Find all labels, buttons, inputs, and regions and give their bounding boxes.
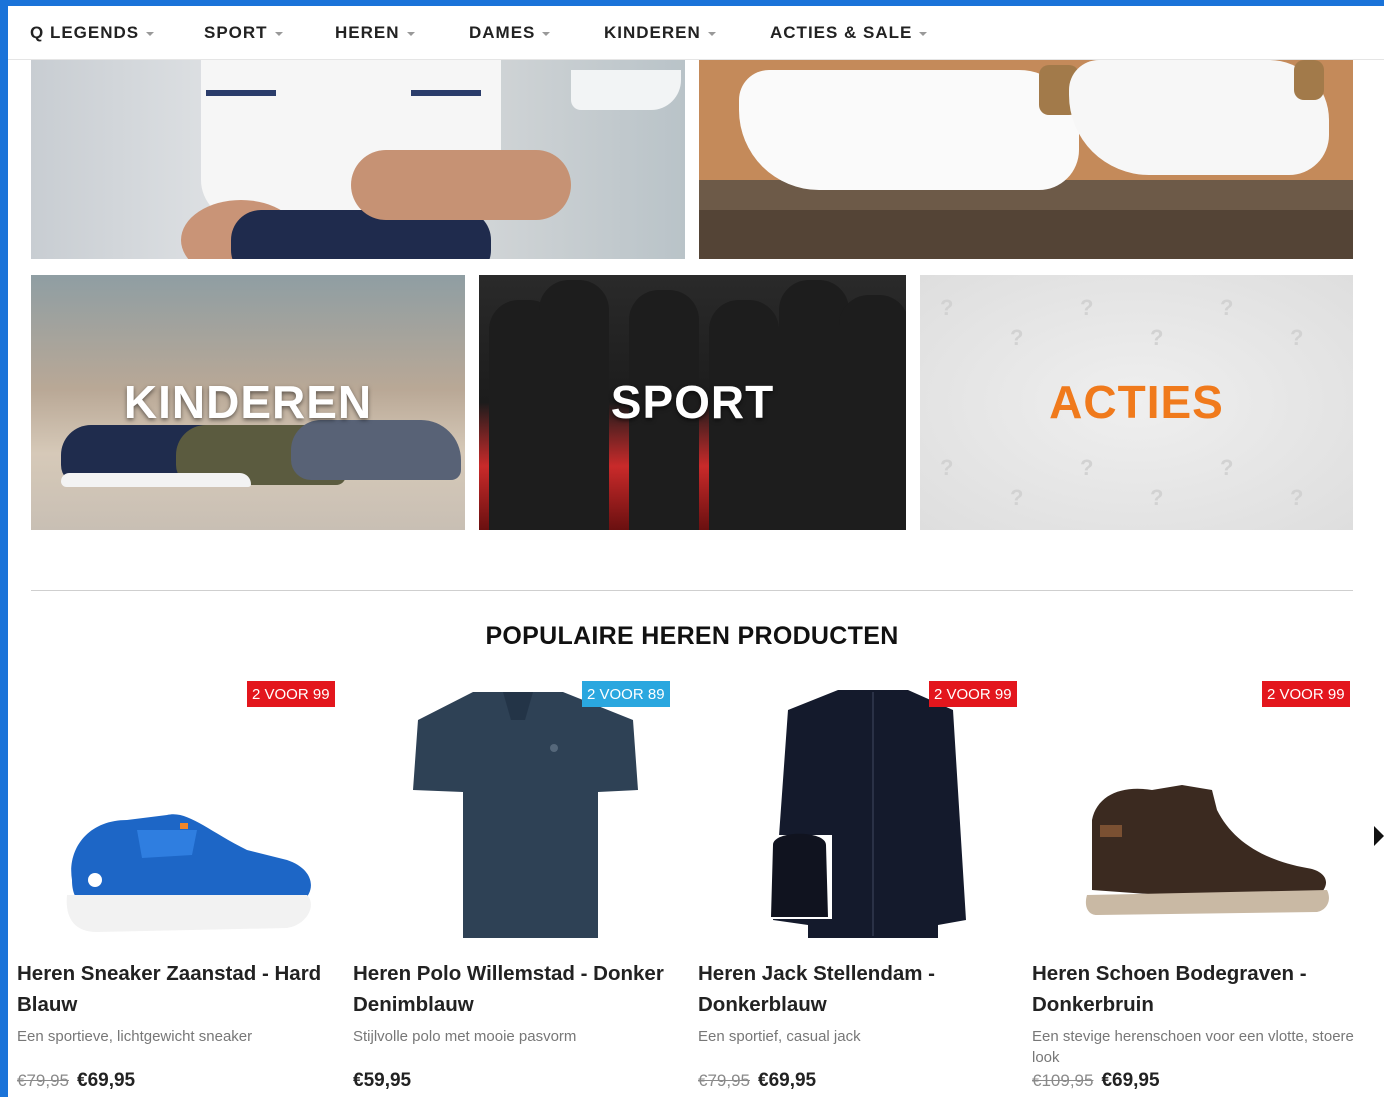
nav-item-sport[interactable]: SPORT	[204, 6, 283, 60]
banner-kinderen[interactable]: KINDEREN	[31, 275, 465, 530]
product-image[interactable]	[698, 680, 1028, 945]
current-price: €69,95	[77, 1070, 136, 1091]
chevron-down-icon	[406, 32, 415, 36]
polo-trim	[206, 90, 276, 96]
nav-item-q-legends[interactable]: Q LEGENDS	[30, 6, 155, 60]
sneaker-shape	[1069, 60, 1329, 175]
product-name[interactable]: Heren Polo Willemstad - Donker Denimblau…	[353, 958, 693, 1020]
product-price: €109,95 €69,95	[1032, 1070, 1160, 1092]
nav-item-heren[interactable]: HEREN	[335, 6, 415, 60]
q-logo-icon: ?	[1150, 485, 1164, 510]
promo-badge: 2 VOOR 99	[929, 681, 1017, 707]
leopard-heel-shape	[1294, 60, 1324, 100]
banner-label-acties: ACTIES	[1049, 376, 1224, 428]
nav-item-acties-sale[interactable]: ACTIES & SALE	[770, 6, 928, 60]
main-navigation: Q LEGENDS SPORT HEREN DAMES KINDEREN ACT…	[8, 6, 1384, 60]
chevron-down-icon	[542, 32, 551, 36]
q-logo-icon: ?	[1290, 485, 1304, 510]
q-logo-icon: ?	[1010, 325, 1024, 350]
old-price: €79,95	[698, 1071, 750, 1090]
product-description: Een sportieve, lichtgewicht sneaker	[17, 1028, 253, 1045]
chevron-down-icon	[707, 32, 716, 36]
promo-badge: 2 VOOR 99	[247, 681, 335, 707]
q-logo-icon: ?	[940, 295, 954, 320]
product-card[interactable]: 2 VOOR 99 Heren Sneaker Zaanstad - Hard …	[17, 680, 347, 1097]
product-price: €59,95	[353, 1070, 411, 1092]
product-description: Stijlvolle polo met mooie pasvorm	[353, 1028, 577, 1045]
current-price: €59,95	[353, 1070, 412, 1091]
q-logo-icon: ?	[1290, 325, 1304, 350]
bench-shape	[699, 210, 1353, 259]
old-price: €109,95	[1032, 1071, 1094, 1090]
nav-item-label: Q LEGENDS	[30, 23, 140, 42]
q-logo-icon: ?	[940, 455, 954, 480]
promo-badge: 2 VOOR 89	[582, 681, 670, 707]
product-card[interactable]: 2 VOOR 99 Heren Jack Stellendam - Donker…	[698, 680, 1028, 1097]
section-divider	[31, 590, 1353, 591]
current-price: €69,95	[1101, 1070, 1160, 1091]
product-image[interactable]	[17, 680, 347, 945]
chevron-down-icon	[919, 32, 928, 36]
window-frame-left	[0, 0, 8, 1097]
q-logo-icon: ?	[1220, 295, 1234, 320]
q-logo-icon: ?	[1010, 485, 1024, 510]
kids-shoe-sole	[61, 473, 251, 487]
banner-sneakers[interactable]	[699, 60, 1353, 259]
q-logo-icon: ?	[1220, 455, 1234, 480]
carousel-next-icon[interactable]	[1374, 826, 1384, 846]
product-description: Een stevige herenschoen voor een vlotte,…	[1032, 1028, 1354, 1066]
nav-item-label: HEREN	[335, 23, 400, 42]
nav-item-dames[interactable]: DAMES	[469, 6, 551, 60]
banner-polo[interactable]	[31, 60, 685, 259]
product-price: €79,95 €69,95	[698, 1070, 816, 1092]
promo-badge: 2 VOOR 99	[1262, 681, 1350, 707]
product-image[interactable]	[353, 680, 683, 945]
banner-acties[interactable]: ? ? ? ? ? ? ? ? ? ? ? ? ACTIES	[920, 275, 1353, 530]
kids-shoe-shape	[291, 420, 461, 480]
current-price: €69,95	[758, 1070, 817, 1091]
arm-shape	[351, 150, 571, 220]
q-logo-icon: ?	[1080, 295, 1094, 320]
nav-item-label: ACTIES & SALE	[770, 23, 913, 42]
boat-shape	[571, 70, 681, 110]
product-name[interactable]: Heren Jack Stellendam - Donkerblauw	[698, 958, 1038, 1020]
q-logo-icon: ?	[1080, 455, 1094, 480]
chevron-down-icon	[274, 32, 283, 36]
product-image[interactable]	[1032, 680, 1362, 945]
product-name[interactable]: Heren Schoen Bodegraven - Donkerbruin	[1032, 958, 1372, 1020]
product-name[interactable]: Heren Sneaker Zaanstad - Hard Blauw	[17, 958, 357, 1020]
banner-label-kinderen: KINDEREN	[123, 376, 373, 428]
product-card[interactable]: 2 VOOR 89 Heren Polo Willemstad - Donker…	[353, 680, 683, 1097]
q-logo-icon: ?	[1150, 325, 1164, 350]
nav-item-label: SPORT	[204, 23, 268, 42]
product-price: €79,95 €69,95	[17, 1070, 135, 1092]
banner-label-sport: SPORT	[610, 376, 775, 428]
old-price: €79,95	[17, 1071, 69, 1090]
section-title: POPULAIRE HEREN PRODUCTEN	[485, 622, 899, 650]
sneaker-shape	[739, 70, 1079, 190]
nav-item-label: DAMES	[469, 23, 536, 42]
polo-trim	[411, 90, 481, 96]
product-description: Een sportief, casual jack	[698, 1028, 861, 1045]
nav-item-kinderen[interactable]: KINDEREN	[604, 6, 716, 60]
chevron-down-icon	[146, 32, 155, 36]
nav-item-label: KINDEREN	[604, 23, 701, 42]
banner-sport[interactable]: SPORT	[479, 275, 906, 530]
product-card[interactable]: 2 VOOR 99 Heren Schoen Bodegraven - Donk…	[1032, 680, 1362, 1097]
